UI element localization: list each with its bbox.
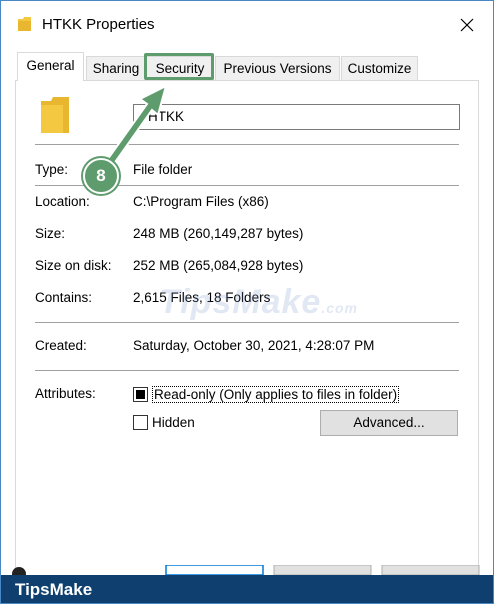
location-label: Location:: [35, 194, 90, 209]
size-label: Size:: [35, 226, 66, 241]
tab-sharing-label: Sharing: [92, 61, 140, 76]
tab-general-label: General: [26, 58, 75, 73]
created-value: Saturday, October 30, 2021, 4:28:07 PM: [133, 338, 375, 353]
advanced-button[interactable]: Advanced...: [320, 410, 458, 436]
folder-name-input[interactable]: HTKK: [133, 104, 460, 130]
tab-previous-versions[interactable]: Previous Versions: [215, 56, 340, 80]
properties-window: HTKK Properties General Sharing Security…: [0, 0, 494, 604]
cancel-button-edge: [273, 565, 372, 575]
type-label: Type:: [35, 162, 69, 177]
divider: [35, 322, 459, 323]
size-on-disk-value: 252 MB (265,084,928 bytes): [133, 258, 304, 273]
divider: [35, 370, 459, 371]
close-icon: [460, 18, 474, 32]
attributes-label: Attributes:: [35, 386, 96, 401]
advanced-button-label: Advanced...: [353, 415, 425, 430]
title-bar: HTKK Properties: [1, 1, 493, 47]
tab-security[interactable]: Security: [146, 56, 214, 80]
partial-icon: [12, 567, 26, 575]
tab-sharing[interactable]: Sharing: [86, 56, 146, 80]
readonly-checkbox[interactable]: [133, 387, 148, 402]
contains-value: 2,615 Files, 18 Folders: [133, 290, 271, 305]
tab-security-label: Security: [155, 61, 205, 76]
ok-button-edge: [165, 565, 264, 575]
contains-label: Contains:: [35, 290, 93, 305]
readonly-label[interactable]: Read-only (Only applies to files in fold…: [152, 386, 400, 403]
size-on-disk-label: Size on disk:: [35, 258, 112, 273]
hidden-checkbox[interactable]: [133, 415, 148, 430]
window-title: HTKK Properties: [42, 16, 155, 33]
divider: [35, 144, 459, 145]
brand-text: TipsMake: [15, 580, 93, 599]
type-value: File folder: [133, 162, 193, 177]
tab-general[interactable]: General: [17, 52, 84, 81]
size-value: 248 MB (260,149,287 bytes): [133, 226, 304, 241]
apply-button-edge: [381, 565, 480, 575]
tab-previous-versions-label: Previous Versions: [223, 61, 332, 76]
folder-large-icon: [41, 97, 69, 133]
general-panel: [15, 80, 479, 580]
readonly-label-text: Read-only (Only applies to files in fold…: [152, 386, 400, 403]
folder-icon: [18, 17, 31, 31]
dialog-buttons-strip: [12, 565, 480, 575]
folder-name-value: HTKK: [148, 109, 185, 124]
step-number-badge: 8: [83, 158, 119, 194]
created-label: Created:: [35, 338, 87, 353]
location-value: C:\Program Files (x86): [133, 194, 269, 209]
tab-customize-label: Customize: [347, 61, 412, 76]
brand-footer: TipsMake: [1, 575, 493, 603]
close-button[interactable]: [453, 11, 481, 39]
tab-customize[interactable]: Customize: [341, 56, 418, 80]
hidden-label[interactable]: Hidden: [152, 415, 195, 430]
